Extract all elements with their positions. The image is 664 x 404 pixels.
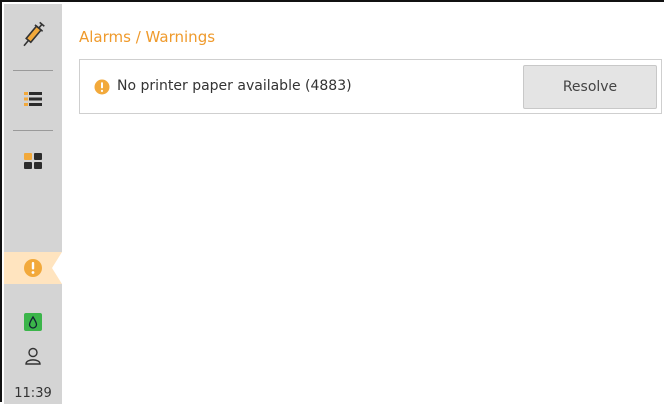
alarm-button[interactable]: [4, 252, 64, 284]
list-icon: [24, 92, 42, 106]
warning-icon: [94, 79, 110, 95]
user-icon: [25, 347, 41, 365]
main-content: Alarms / Warnings No printer paper avail…: [62, 4, 664, 402]
syringe-icon: [23, 21, 45, 47]
sidebar: 11:39: [4, 4, 64, 404]
page-title: Alarms / Warnings: [79, 28, 216, 46]
alarm-icon: [24, 259, 42, 277]
app-frame: 11:39 Alarms / Warnings No printer paper…: [0, 0, 664, 404]
drop-icon: [24, 313, 42, 331]
dashboard-icon: [24, 153, 42, 169]
dashboard-button[interactable]: [4, 144, 62, 178]
list-button[interactable]: [4, 82, 62, 116]
drop-button[interactable]: [4, 308, 62, 336]
resolve-button[interactable]: Resolve: [523, 65, 657, 109]
sidebar-divider: [13, 70, 53, 71]
syringe-button[interactable]: [4, 14, 62, 56]
clock-time: 11:39: [14, 386, 52, 401]
alarm-message: No printer paper available (4883): [117, 78, 352, 94]
sidebar-divider: [13, 130, 53, 131]
user-button[interactable]: [4, 342, 62, 370]
alarm-list-item: No printer paper available (4883) Resolv…: [79, 59, 662, 114]
